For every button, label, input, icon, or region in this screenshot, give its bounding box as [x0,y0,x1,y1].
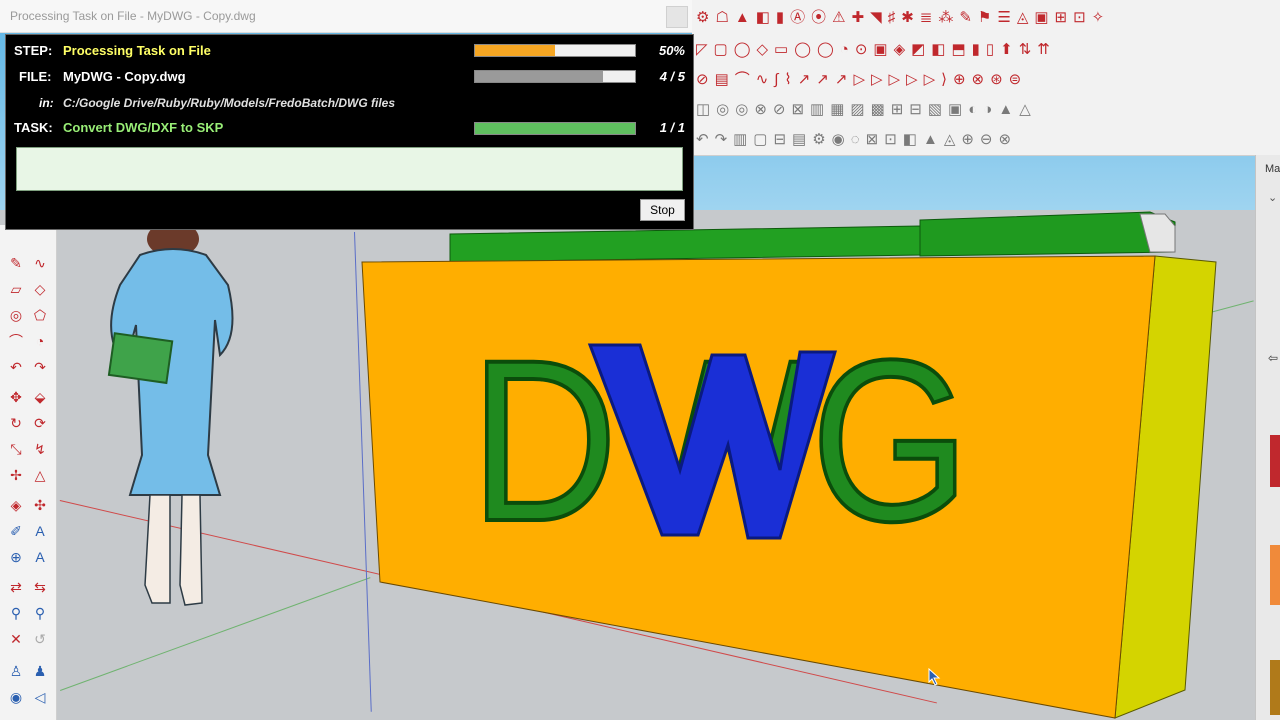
file-progress-fill [475,71,603,82]
dimension-icon[interactable]: ◈ [6,495,26,515]
file-progress-bar [474,70,636,83]
protractor-icon[interactable]: △ [30,465,50,485]
step-label: STEP: [14,43,53,58]
model-top-blocks-right [919,211,1176,257]
file-value: MyDWG - Copy.dwg [63,69,186,84]
orbit-icon[interactable]: ⊕ [6,547,26,567]
arc-icon[interactable]: ⌒ [6,331,26,351]
section-icon[interactable]: A [30,547,50,567]
axes-icon[interactable]: ✣ [30,495,50,515]
rotated-rectangle-icon[interactable]: ◇ [30,279,50,299]
offset-icon[interactable]: ↯ [30,439,50,459]
followme-icon[interactable]: ⟳ [30,413,50,433]
toolbar-row-4[interactable]: ◫◎◎⊗⊘⊠▥▦▨▩⊞⊟▧▣◐◑▲△ [696,96,1037,124]
top-toolbar: ⚙☖▲◧▮Ⓐ⦿⚠✚◥♯✱≣⁂✎⚑☰◬▣⊞⊡✧ ◸▢◯◇▭◯◯◔⊙▣◈◩◧⬒▮▯⬆… [692,0,1280,156]
freehand-icon[interactable]: ∿ [30,253,50,273]
task-progress-fill [475,123,635,134]
circle-icon[interactable]: ◎ [6,305,26,325]
zoom-window-icon[interactable]: ⚲ [30,603,50,623]
rotate-icon[interactable]: ↻ [6,413,26,433]
zoom-icon[interactable]: ⚲ [6,603,26,623]
toolbar-row-2[interactable]: ◸▢◯◇▭◯◯◔⊙▣◈◩◧⬒▮▯⬆⇅⇈ [696,36,1056,64]
3dtext-icon[interactable]: A [30,521,50,541]
look-around-icon[interactable]: ◁ [30,687,50,707]
pie-icon[interactable]: ◔ [30,331,50,351]
progress-dialog: STEP: Processing Task on File 50% FILE: … [5,34,694,230]
rectangle-icon[interactable]: ▱ [6,279,26,299]
close-icon[interactable] [666,6,688,28]
task-value: Convert DWG/DXF to SKP [63,120,224,135]
color-swatch-olive[interactable] [1270,660,1280,715]
dialog-title: Processing Task on File - MyDWG - Copy.d… [10,9,256,23]
task-progress-bar [474,122,636,135]
toolbar-row-1[interactable]: ⚙☖▲◧▮Ⓐ⦿⚠✚◥♯✱≣⁂✎⚑☰◬▣⊞⊡✧ [696,4,1110,32]
color-swatch-orange[interactable] [1270,545,1280,605]
color-swatch-red[interactable] [1270,435,1280,487]
message-box [16,147,683,191]
pan-icon[interactable]: ⇄ [6,577,26,597]
file-count: 4 / 5 [659,69,685,84]
move-icon[interactable]: ✥ [6,387,26,407]
text-icon[interactable]: ✐ [6,521,26,541]
step-progress-fill [475,45,555,56]
step-value: Processing Task on File [63,43,211,58]
dialog-title-bar[interactable]: Processing Task on File - MyDWG - Copy.d… [0,0,692,33]
person-figure[interactable] [90,225,260,615]
pencil-icon[interactable]: ✎ [6,253,26,273]
polygon-icon[interactable]: ⬠ [30,305,50,325]
arc2-icon[interactable]: ↷ [30,357,50,377]
folder-path: C:/Google Drive/Ruby/Ruby/Models/FredoBa… [63,96,396,110]
toolbar-row-5[interactable]: ↶↷▥▢⊟▤⚙◉◌⊠⊡◧▲◬⊕⊖⊗ [696,126,1017,154]
step-percent: 50% [658,43,685,58]
file-label: FILE: [19,69,52,84]
eye-icon[interactable]: ◉ [6,687,26,707]
zoom-extents-icon[interactable]: ✕ [6,629,26,649]
position-camera-icon[interactable]: ♙ [6,661,26,681]
paint-icon[interactable]: ⇆ [30,577,50,597]
folder-label: in: [39,96,54,110]
right-tray-panel[interactable]: Ma ⌄ ⇦ [1255,155,1280,720]
task-label: TASK: [14,120,53,135]
arc3-icon[interactable]: ↶ [6,357,26,377]
tape-icon[interactable]: ✢ [6,465,26,485]
mouse-cursor [928,668,941,686]
tray-tab-label[interactable]: Ma [1265,163,1280,175]
left-toolbar: ✎ ∿ ▱ ◇ ◎ ⬠ ⌒ ◔ ↶ ↷ ✥ ⬙ ↻ ⟳ ⤡ ↯ ✢ △ ◈ ✣ … [0,225,57,720]
pushpull-icon[interactable]: ⬙ [30,387,50,407]
stop-button[interactable]: Stop [640,199,685,221]
toolbar-row-3[interactable]: ⊘▤⌒∿∫⌇↗↗↗▷▷▷▷▷⟩⊕⊗⊛⊜ [696,66,1027,94]
scale-icon[interactable]: ⤡ [6,439,26,459]
model-top-blocks-left [449,225,921,263]
tray-collapse-icon[interactable]: ⌄ [1268,191,1277,204]
step-progress-bar [474,44,636,57]
previous-view-icon[interactable]: ↺ [30,629,50,649]
walk-icon[interactable]: ♟ [30,661,50,681]
task-count: 1 / 1 [659,120,685,135]
tray-back-icon[interactable]: ⇦ [1268,351,1278,365]
